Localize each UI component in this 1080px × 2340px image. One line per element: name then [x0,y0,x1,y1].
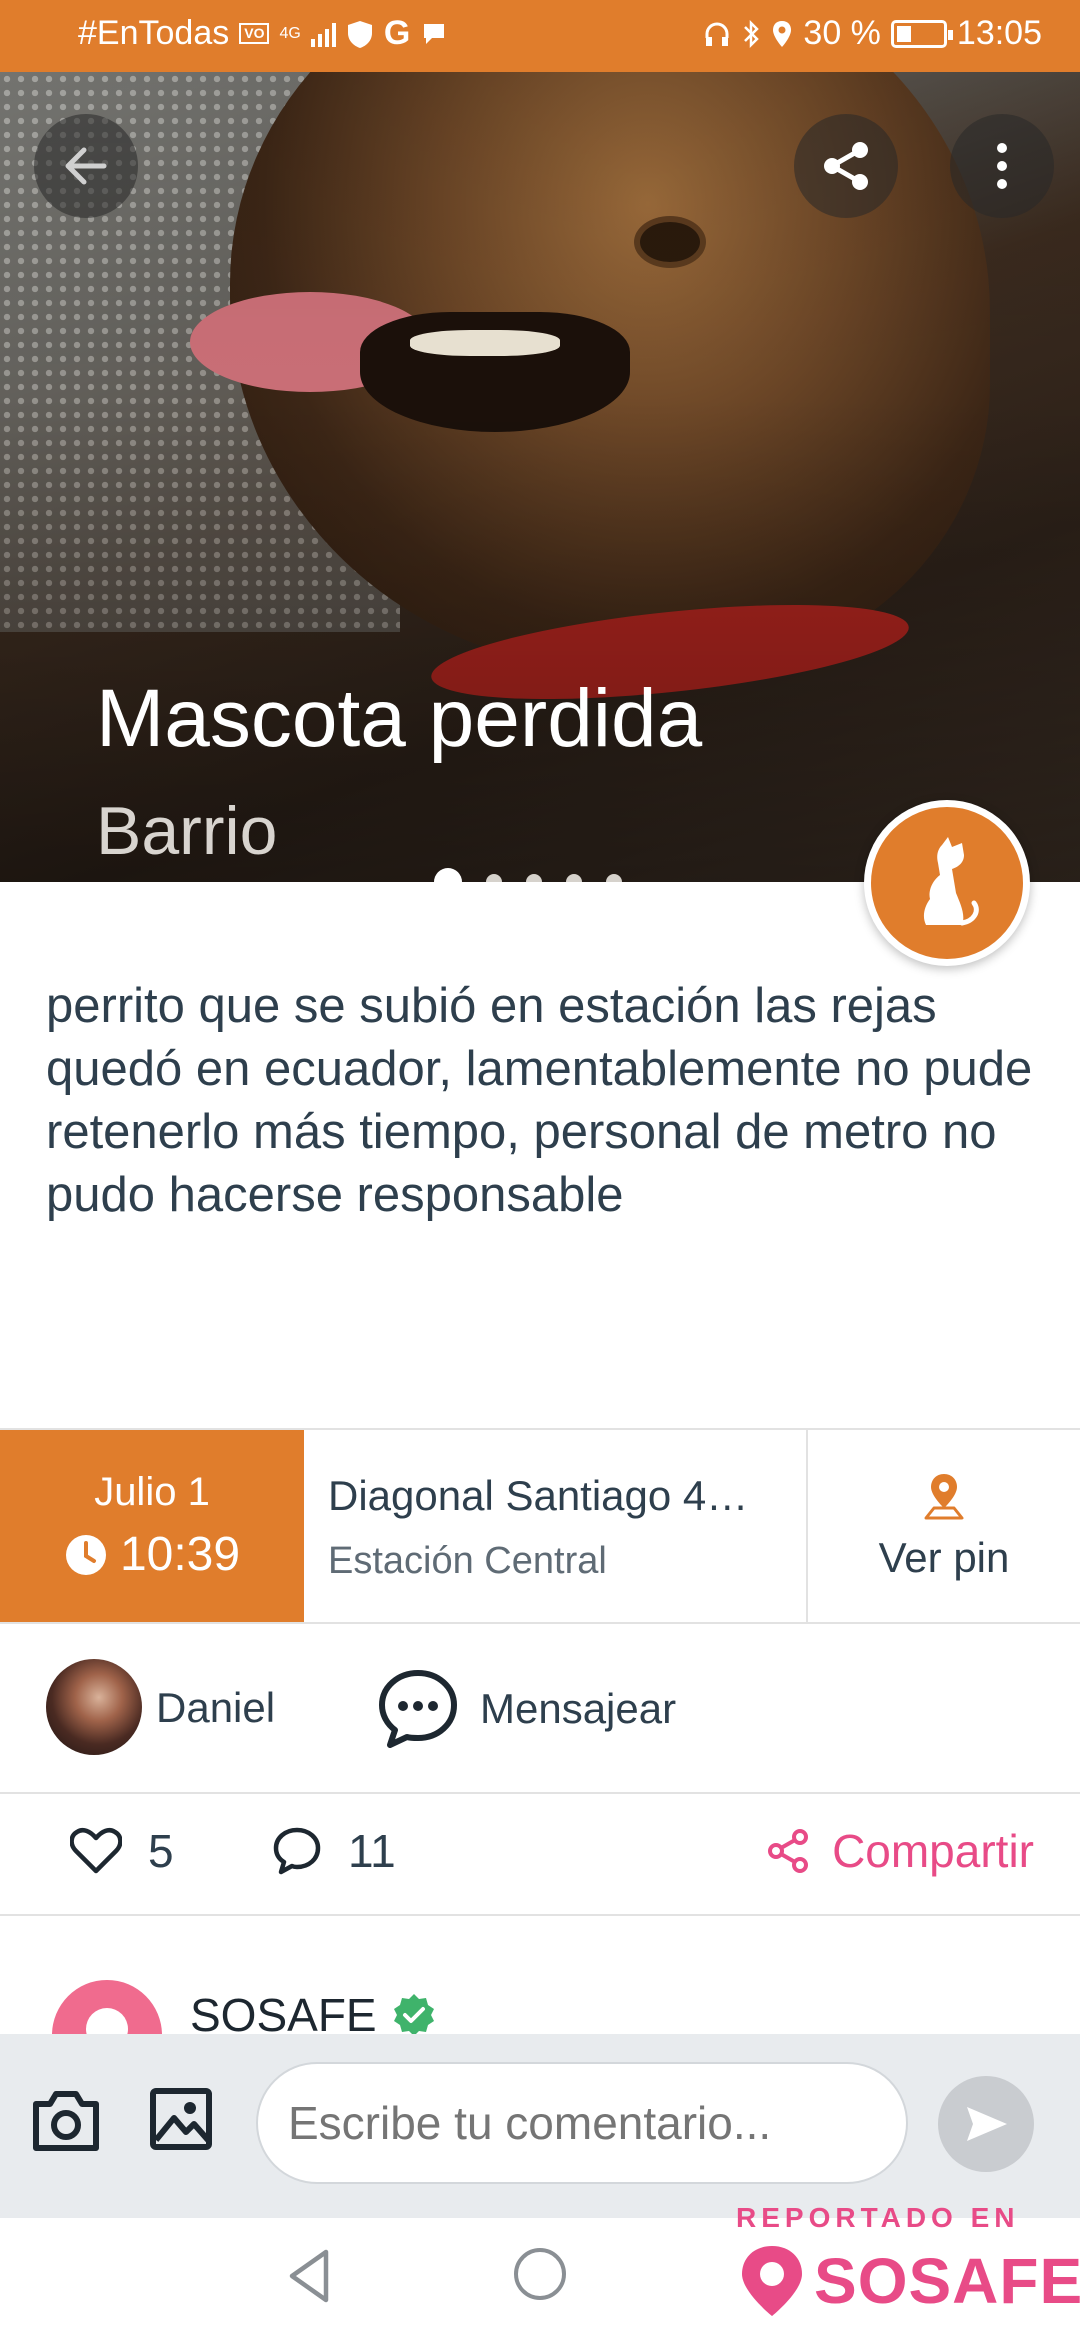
sosafe-logo-icon [742,2246,802,2316]
watermark-caption: REPORTADO EN [736,2202,1020,2233]
nav-home-icon[interactable] [514,2248,566,2300]
camera-button[interactable] [28,2086,104,2161]
image-icon [150,2088,212,2150]
carousel-dot[interactable] [566,874,582,882]
gallery-button[interactable] [148,2086,214,2157]
date-time-box: Julio 1 10:39 [0,1430,304,1622]
post-description: perrito que se subió en estación las rej… [46,979,1033,1222]
carousel-dot[interactable] [526,874,542,882]
carousel-indicator [434,868,622,882]
comment-icon [273,1827,321,1875]
carousel-dot[interactable] [606,874,622,882]
headphones-icon [705,22,729,46]
send-button[interactable] [938,2076,1034,2172]
message-label: Mensajear [480,1685,677,1732]
back-button[interactable] [34,114,138,218]
carousel-dot[interactable] [434,868,462,882]
more-options-button[interactable] [950,114,1054,218]
comment-count-button[interactable]: 11 [272,1824,396,1878]
comment-input[interactable] [256,2062,908,2184]
chat-dots-icon [379,1670,457,1748]
comment-composer [0,2034,1080,2218]
address-box[interactable]: Diagonal Santiago 4… Estación Central [304,1430,808,1622]
battery-percent: 30 % [803,14,881,52]
engagement-row: 5 11 Compartir [0,1794,1080,1916]
dog-icon [923,837,979,926]
location-icon [773,20,792,47]
watermark-brand: SOSAFE [814,2245,1080,2317]
author-name[interactable]: Daniel [156,1684,275,1732]
pet-category-badge [864,800,1030,966]
battery-icon [890,19,953,48]
share-button[interactable] [794,114,898,218]
share-icon [768,1829,809,1873]
watermark-logo: SOSAFE [736,2242,1080,2320]
share-icon [824,142,868,190]
carousel-dot[interactable] [486,874,502,882]
post-info-row: Julio 1 10:39 Diagonal Santiago 4… Estac… [0,1428,1080,1624]
post-time: 10:39 [119,1528,241,1581]
map-pin-icon [924,1474,964,1520]
like-button[interactable]: 5 [70,1824,174,1878]
message-button[interactable]: Mensajear [376,1664,676,1754]
post-title: Mascota perdida [96,673,703,764]
chat-bubble-icon [424,23,445,44]
signal-icon [310,21,336,47]
heart-icon [70,1828,122,1874]
view-pin-label: Ver pin [878,1534,1010,1581]
share-label: Compartir [832,1825,1034,1877]
shield-icon [347,20,372,48]
status-bar: #EnTodas VO 4G G 30 % 13:05 [0,0,1080,72]
carrier-label: #EnTodas [78,14,230,52]
network-label: 4G [279,24,301,42]
address-street: Diagonal Santiago 4… [328,1472,749,1519]
author-row: Daniel Mensajear [0,1624,1080,1794]
like-count: 5 [148,1825,174,1877]
clock-icon [65,1534,106,1575]
nav-back-icon[interactable] [284,2246,334,2306]
share-post-button[interactable]: Compartir [766,1824,1034,1878]
view-pin-button[interactable]: Ver pin [808,1430,1080,1622]
address-commune: Estación Central [328,1540,607,1582]
volte-icon: VO [239,23,270,44]
clock: 13:05 [956,14,1042,52]
arrow-left-icon [65,147,107,185]
post-date: Julio 1 [94,1470,210,1514]
post-subtitle: Barrio [96,793,278,869]
comment-count: 11 [348,1825,396,1877]
camera-icon [33,2091,99,2151]
bluetooth-icon [744,19,760,48]
verified-badge-icon [393,1994,434,2036]
hero-photo[interactable]: Mascota perdida Barrio [0,72,1080,882]
send-icon [967,2107,1007,2141]
google-icon: G [383,14,411,52]
avatar[interactable] [46,1659,142,1755]
more-vertical-icon [997,143,1007,189]
